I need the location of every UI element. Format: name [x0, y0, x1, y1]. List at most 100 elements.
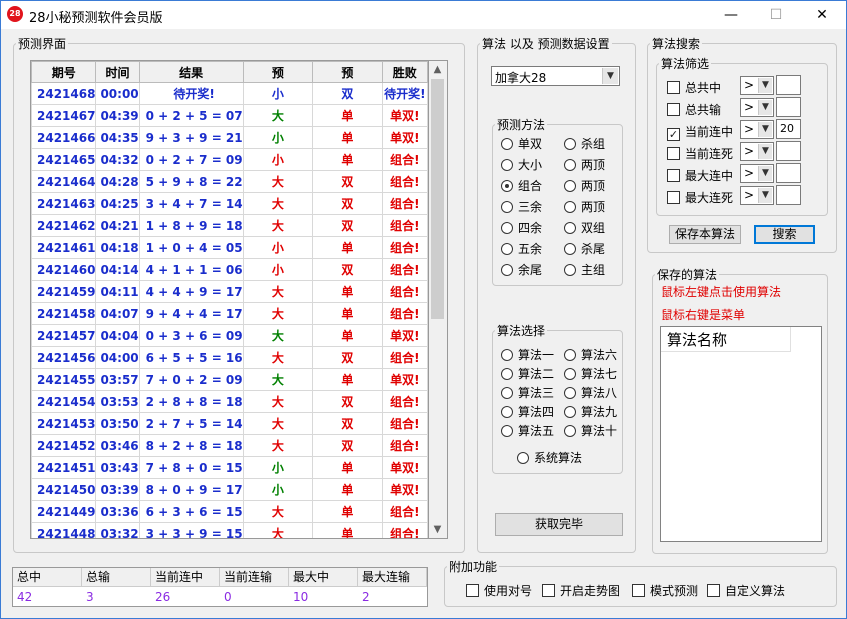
cell-p2: 双: [312, 390, 383, 413]
filter-operator-select[interactable]: > ▼: [740, 76, 774, 95]
column-header[interactable]: 时间: [95, 61, 140, 83]
radio-method[interactable]: 组合: [501, 177, 542, 194]
radio-algo[interactable]: 算法一: [501, 346, 554, 363]
radio-algo[interactable]: 算法十: [564, 422, 617, 439]
results-table[interactable]: 期号 时间 结果预预胜败 2421468 00:00 待开奖! 小双待开奖! 2421467…: [30, 60, 429, 539]
table-row[interactable]: 2421452 03:46 8 + 2 + 8 = 18 大双组合!: [31, 434, 428, 457]
scroll-thumb[interactable]: [431, 79, 444, 319]
filter-checkbox[interactable]: 总共输: [667, 101, 721, 118]
chevron-down-icon[interactable]: ▼: [758, 144, 772, 159]
filter-value-input[interactable]: [776, 75, 801, 95]
table-row[interactable]: 2421456 04:00 6 + 5 + 5 = 16 大双组合!: [31, 346, 428, 369]
chevron-down-icon[interactable]: ▼: [758, 100, 772, 115]
filter-value-input[interactable]: [776, 97, 801, 117]
extra-option-checkbox[interactable]: 使用对号: [466, 582, 532, 599]
radio-method[interactable]: 两顶: [564, 198, 605, 215]
filter-checkbox[interactable]: 最大连中: [667, 167, 733, 184]
filter-operator-select[interactable]: > ▼: [740, 98, 774, 117]
filter-value-input[interactable]: [776, 185, 801, 205]
chevron-down-icon[interactable]: ▼: [602, 68, 618, 84]
chevron-down-icon[interactable]: ▼: [758, 166, 772, 181]
radio-method[interactable]: 杀尾: [564, 240, 605, 257]
filter-checkbox[interactable]: 最大连死: [667, 189, 733, 206]
table-row[interactable]: 2421451 03:43 7 + 8 + 0 = 15 小单单双!: [31, 456, 428, 479]
maximize-button[interactable]: ☐: [753, 1, 799, 29]
radio-method[interactable]: 两顶: [564, 156, 605, 173]
radio-method[interactable]: 双组: [564, 219, 605, 236]
table-row[interactable]: 2421458 04:07 9 + 4 + 4 = 17 大单组合!: [31, 302, 428, 325]
filter-operator-select[interactable]: > ▼: [740, 120, 774, 139]
table-row[interactable]: 2421466 04:35 9 + 3 + 9 = 21 小单单双!: [31, 126, 428, 149]
close-button[interactable]: ✕: [799, 1, 845, 29]
table-row[interactable]: 2421457 04:04 0 + 3 + 6 = 09 大单单双!: [31, 324, 428, 347]
table-row[interactable]: 2421461 04:18 1 + 0 + 4 = 05 小单组合!: [31, 236, 428, 259]
table-row[interactable]: 2421455 03:57 7 + 0 + 2 = 09 大单单双!: [31, 368, 428, 391]
table-row[interactable]: 2421464 04:28 5 + 9 + 8 = 22 大双组合!: [31, 170, 428, 193]
chevron-down-icon[interactable]: ▼: [758, 188, 772, 203]
radio-algo[interactable]: 算法六: [564, 346, 617, 363]
chevron-down-icon[interactable]: ▼: [758, 78, 772, 93]
save-algo-button[interactable]: 保存本算法: [669, 225, 741, 244]
radio-algo[interactable]: 算法五: [501, 422, 554, 439]
radio-method[interactable]: 四余: [501, 219, 542, 236]
minimize-button[interactable]: —: [708, 1, 754, 29]
column-header[interactable]: 预: [242, 61, 314, 83]
extra-option-checkbox[interactable]: 自定义算法: [707, 582, 785, 599]
radio-algo[interactable]: 算法九: [564, 403, 617, 420]
filter-value-input[interactable]: [776, 163, 801, 183]
table-row[interactable]: 2421460 04:14 4 + 1 + 1 = 06 小双组合!: [31, 258, 428, 281]
search-button[interactable]: 搜索: [754, 225, 815, 244]
table-row[interactable]: 2421468 00:00 待开奖! 小双待开奖!: [31, 82, 428, 105]
filter-operator-select[interactable]: > ▼: [740, 186, 774, 205]
filter-value-input[interactable]: [776, 141, 801, 161]
radio-algo[interactable]: 算法二: [501, 365, 554, 382]
table-row[interactable]: 2421454 03:53 2 + 8 + 8 = 18 大双组合!: [31, 390, 428, 413]
table-row[interactable]: 2421467 04:39 0 + 2 + 5 = 07 大单单双!: [31, 104, 428, 127]
scroll-up-icon[interactable]: ▲: [429, 61, 446, 78]
table-row[interactable]: 2421450 03:39 8 + 0 + 9 = 17 小单单双!: [31, 478, 428, 501]
radio-algo[interactable]: 算法三: [501, 384, 554, 401]
column-header[interactable]: 胜败: [381, 61, 428, 83]
filter-checkbox[interactable]: 当前连死: [667, 145, 733, 162]
results-scrollbar[interactable]: ▲ ▼: [429, 60, 448, 539]
radio-method[interactable]: 两顶: [564, 177, 605, 194]
column-header[interactable]: 预: [312, 61, 383, 83]
radio-method[interactable]: 余尾: [501, 261, 542, 278]
filter-checkbox[interactable]: ✓ 当前连中: [667, 123, 733, 141]
filter-operator-select[interactable]: > ▼: [740, 142, 774, 161]
filter-checkbox[interactable]: 总共中: [667, 79, 721, 96]
table-row[interactable]: 2421449 03:36 6 + 3 + 6 = 15 大单组合!: [31, 500, 428, 523]
filter-operator-select[interactable]: > ▼: [740, 164, 774, 183]
column-header[interactable]: 结果: [138, 61, 244, 83]
radio-algo[interactable]: 算法四: [501, 403, 554, 420]
saved-algo-list[interactable]: 算法名称: [660, 326, 822, 542]
radio-algo[interactable]: 算法七: [564, 365, 617, 382]
title-bar: 28 28小秘预测软件会员版 — ☐ ✕: [1, 1, 846, 29]
filter-value-input[interactable]: 20: [776, 119, 801, 139]
table-row[interactable]: 2421448 03:32 3 + 3 + 9 = 15 大单组合!: [31, 522, 428, 538]
extra-option-checkbox[interactable]: 模式预测: [632, 582, 698, 599]
fetch-complete-button[interactable]: 获取完毕: [495, 513, 623, 536]
cell-time: 03:32: [95, 522, 140, 538]
radio-system-algo[interactable]: 系统算法: [517, 449, 582, 466]
radio-method[interactable]: 单双: [501, 135, 542, 152]
cell-id: 2421454: [31, 390, 97, 413]
column-header[interactable]: 期号: [31, 61, 97, 83]
table-row[interactable]: 2421453 03:50 2 + 7 + 5 = 14 大双组合!: [31, 412, 428, 435]
table-row[interactable]: 2421459 04:11 4 + 4 + 9 = 17 大单组合!: [31, 280, 428, 303]
filter-label: 当前连死: [685, 147, 734, 161]
table-row[interactable]: 2421463 04:25 3 + 4 + 7 = 14 大双组合!: [31, 192, 428, 215]
game-select[interactable]: 加拿大28 ▼: [491, 66, 620, 86]
table-row[interactable]: 2421462 04:21 1 + 8 + 9 = 18 大双组合!: [31, 214, 428, 237]
radio-algo[interactable]: 算法八: [564, 384, 617, 401]
radio-method[interactable]: 杀组: [564, 135, 605, 152]
scroll-down-icon[interactable]: ▼: [429, 521, 446, 538]
radio-method[interactable]: 大小: [501, 156, 542, 173]
table-row[interactable]: 2421465 04:32 0 + 2 + 7 = 09 小单组合!: [31, 148, 428, 171]
radio-method[interactable]: 五余: [501, 240, 542, 257]
radio-method[interactable]: 三余: [501, 198, 542, 215]
chevron-down-icon[interactable]: ▼: [758, 122, 772, 137]
radio-method[interactable]: 主组: [564, 261, 605, 278]
extra-option-checkbox[interactable]: 开启走势图: [542, 582, 620, 599]
saved-list-column-header[interactable]: 算法名称: [661, 327, 791, 352]
